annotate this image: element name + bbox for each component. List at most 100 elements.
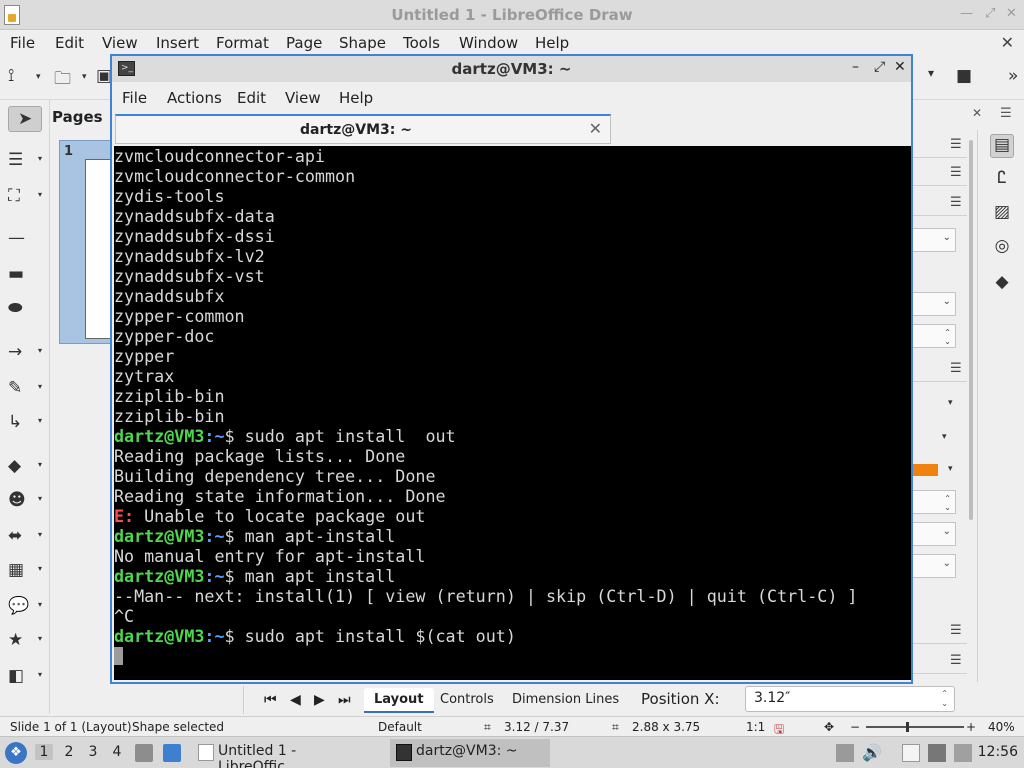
tab-layout[interactable]: Layout xyxy=(364,688,434,713)
task-libreoffice[interactable]: Untitled 1 - LibreOffic... xyxy=(192,739,382,768)
shapes-icon[interactable]: ◆ xyxy=(990,272,1014,296)
symbol-shapes-tool[interactable]: ☻ ▾ xyxy=(8,490,42,516)
chevron-down-icon[interactable]: ▾ xyxy=(38,670,42,679)
ellipse-tool[interactable]: ⬬ xyxy=(8,298,42,324)
3d-objects-tool[interactable]: ◧ ▾ xyxy=(8,666,42,692)
menu-shape[interactable]: Shape xyxy=(339,34,386,52)
zoom-slider[interactable] xyxy=(866,722,964,732)
terminal-screen[interactable]: zvmcloudconnector-api zvmcloudconnector-c… xyxy=(114,146,911,680)
start-menu-icon[interactable]: ❖ xyxy=(5,742,27,764)
more-icon[interactable]: » xyxy=(1008,66,1018,86)
close-document-icon[interactable]: ✕ xyxy=(1001,33,1014,52)
menu-edit[interactable]: Edit xyxy=(55,34,84,52)
menu-window[interactable]: Window xyxy=(459,34,518,52)
rectangle-tool[interactable]: ▬ xyxy=(8,264,42,290)
chevron-down-icon[interactable]: ▾ xyxy=(82,72,87,82)
panel-spinner[interactable]: ⌃ ⌄ xyxy=(912,324,956,348)
properties-icon[interactable]: ▤ xyxy=(990,134,1014,158)
zoom-out-icon[interactable]: − xyxy=(850,720,860,734)
fill-color-tool[interactable]: ⛶ ▾ xyxy=(8,186,42,212)
zoom-slider-knob[interactable] xyxy=(906,722,909,732)
minimize-icon[interactable]: – xyxy=(852,59,859,75)
shadow-icon[interactable]: ■ xyxy=(956,66,972,86)
scrollbar-thumb[interactable] xyxy=(969,140,973,520)
show-desktop-icon[interactable] xyxy=(163,744,181,762)
curve-tool[interactable]: ✎ ▾ xyxy=(8,378,42,404)
terminal-menu-view[interactable]: View xyxy=(285,89,321,107)
connector-tool-icon[interactable]: ⟟ xyxy=(8,66,14,86)
open-folder-icon[interactable]: 🗀 xyxy=(54,66,71,95)
chevron-down-icon[interactable]: ▾ xyxy=(38,600,42,609)
display-icon[interactable] xyxy=(928,744,946,762)
workspace-1[interactable]: 1 xyxy=(35,744,53,760)
workspace-4[interactable]: 4 xyxy=(108,744,126,760)
chevron-down-icon[interactable]: ▾ xyxy=(942,432,947,442)
chevron-down-icon[interactable]: ▾ xyxy=(38,530,42,539)
last-page-icon[interactable]: ⏭ xyxy=(338,692,351,708)
task-terminal[interactable]: dartz@VM3: ~ xyxy=(390,739,550,767)
menu-icon[interactable]: ☰ xyxy=(950,195,962,210)
chevron-down-icon[interactable]: ▾ xyxy=(38,382,42,391)
chevron-down-icon[interactable]: ▾ xyxy=(38,416,42,425)
fit-page-icon[interactable]: ✥ xyxy=(824,720,834,734)
chevron-down-icon[interactable]: ▾ xyxy=(36,72,41,82)
maximize-icon[interactable]: ⤢ xyxy=(874,59,885,75)
file-manager-icon[interactable] xyxy=(135,744,153,762)
maximize-icon[interactable]: ⤢ xyxy=(985,6,995,21)
menu-file[interactable]: File xyxy=(10,34,35,52)
network-icon[interactable] xyxy=(954,744,972,762)
terminal-menu-file[interactable]: File xyxy=(122,89,147,107)
menu-icon[interactable]: ☰ xyxy=(950,165,962,180)
zoom-in-icon[interactable]: + xyxy=(966,720,976,734)
volume-icon[interactable]: 🔊 xyxy=(862,743,882,762)
menu-icon[interactable]: ☰ xyxy=(1000,106,1012,121)
terminal-menu-help[interactable]: Help xyxy=(339,89,373,107)
basic-shapes-tool[interactable]: ◆ ▾ xyxy=(8,456,42,482)
chevron-down-icon[interactable]: ▾ xyxy=(38,564,42,573)
chevron-down-icon[interactable]: ▾ xyxy=(38,494,42,503)
terminal-tab[interactable]: dartz@VM3: ~ ✕ xyxy=(115,114,611,144)
close-icon[interactable]: ✕ xyxy=(972,106,982,120)
menu-icon[interactable]: ☰ xyxy=(950,137,962,152)
menu-tools[interactable]: Tools xyxy=(403,34,440,52)
fill-color-swatch[interactable] xyxy=(912,464,938,476)
line-tool[interactable]: — xyxy=(8,228,42,254)
chevron-down-icon[interactable]: ▾ xyxy=(38,154,42,163)
sidebar-scrollbar[interactable] xyxy=(966,130,976,550)
page-thumbnail[interactable]: 1 xyxy=(59,140,115,344)
spinner-icon[interactable]: ⌃ ⌄ xyxy=(941,689,948,709)
menu-view[interactable]: View xyxy=(102,34,138,52)
close-tab-icon[interactable]: ✕ xyxy=(589,119,602,138)
panel-dropdown[interactable]: ⌄ xyxy=(912,292,956,316)
previous-page-icon[interactable]: ◀ xyxy=(290,692,301,708)
close-icon[interactable]: ✕ xyxy=(894,59,906,75)
select-tool[interactable]: ➤ xyxy=(8,106,42,132)
clipboard-icon[interactable] xyxy=(836,744,854,762)
connector-tool[interactable]: ↳ ▾ xyxy=(8,412,42,438)
flowchart-tool[interactable]: ▦ ▾ xyxy=(8,560,42,586)
chevron-down-icon[interactable]: ▾ xyxy=(38,346,42,355)
menu-insert[interactable]: Insert xyxy=(156,34,199,52)
line-color-tool[interactable]: ☰ ▾ xyxy=(8,150,42,176)
close-icon[interactable]: ✕ xyxy=(1006,6,1017,21)
menu-icon[interactable]: ☰ xyxy=(950,361,962,376)
panel-dropdown[interactable]: ⌄ xyxy=(912,522,956,546)
first-page-icon[interactable]: ⏮ xyxy=(264,692,277,708)
workspace-2[interactable]: 2 xyxy=(60,744,78,760)
panel-dropdown[interactable]: ⌄ xyxy=(912,228,956,252)
minimize-icon[interactable]: — xyxy=(960,6,973,21)
tab-dimension-lines[interactable]: Dimension Lines xyxy=(512,692,619,707)
menu-icon[interactable]: ☰ xyxy=(950,623,962,638)
gallery-icon[interactable]: ▨ xyxy=(990,202,1014,226)
chevron-down-icon[interactable]: ▾ xyxy=(948,464,953,474)
navigator-icon[interactable]: ◎ xyxy=(990,236,1014,260)
next-page-icon[interactable]: ▶ xyxy=(314,692,325,708)
chevron-down-icon[interactable]: ▾ xyxy=(38,190,42,199)
workspace-3[interactable]: 3 xyxy=(84,744,102,760)
arrow-tool[interactable]: → ▾ xyxy=(8,342,42,368)
panel-spinner[interactable]: ⌃ ⌄ xyxy=(912,490,956,514)
menu-help[interactable]: Help xyxy=(535,34,569,52)
menu-page[interactable]: Page xyxy=(286,34,322,52)
stars-tool[interactable]: ★ ▾ xyxy=(8,630,42,656)
panel-dropdown[interactable]: ⌄ xyxy=(912,554,956,578)
